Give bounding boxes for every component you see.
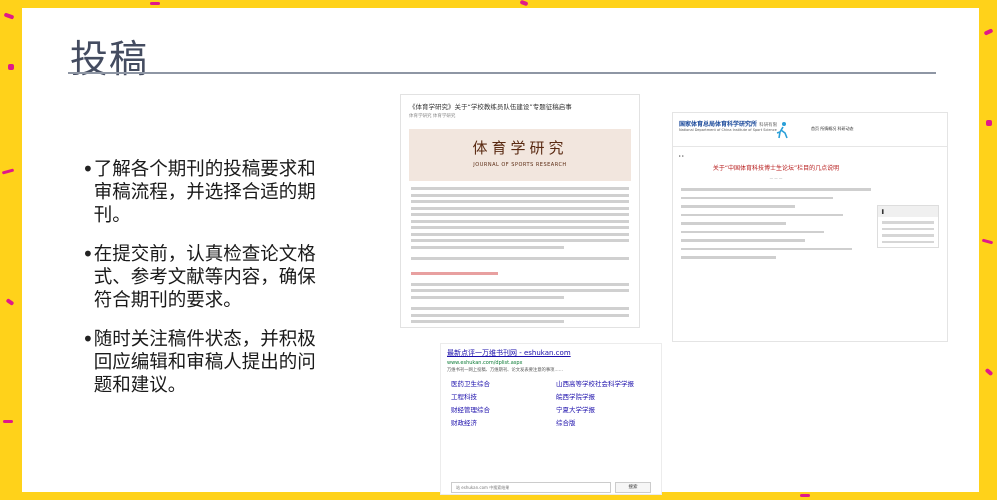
sitelink[interactable]: 宁夏大学学报 (556, 404, 651, 414)
institute-brand: 国家体育总局体育科学研究所 科研有限 (679, 119, 777, 128)
sitelink[interactable]: 财政经济 (451, 417, 546, 427)
article-meta: 体育学研究 体育学研究 (409, 114, 456, 119)
institute-article: 关于“中国体育科技博士生论坛”栏目的几点说明 — — — (681, 163, 871, 265)
bullet-item: • 在提交前，认真检查论文格式、参考文献等内容，确保符合期刊的要求。 (82, 243, 322, 312)
confetti-decoration (981, 238, 994, 245)
article-headline: 《体育学研究》关于“学校教练员队伍建设”专题征稿启事 (409, 103, 572, 111)
text-line (681, 222, 786, 225)
sitelink-title[interactable]: 山西高等学校社会科学学报 (556, 378, 651, 388)
sitelinks-grid: 医药卫生综合 山西高等学校社会科学学报 工程科技 皖西学院学报 财经管理综合 宁… (441, 374, 661, 430)
bullet-glyph: • (82, 242, 94, 266)
confetti-decoration (8, 64, 14, 70)
sitelink-title[interactable]: 工程科技 (451, 391, 546, 401)
sitelink-title[interactable]: 综合版 (556, 417, 651, 427)
confetti-decoration (1, 168, 15, 175)
sitelink[interactable]: 皖西学院学报 (556, 391, 651, 401)
confetti-decoration (519, 0, 529, 7)
text-line (411, 213, 629, 216)
title-divider (68, 72, 936, 74)
article-date: — — — (769, 176, 783, 180)
text-line (411, 257, 629, 260)
sidebar-item[interactable] (882, 240, 934, 243)
confetti-decoration (986, 120, 992, 126)
text-line (681, 256, 776, 259)
site-search-button[interactable]: 搜索 (615, 482, 651, 493)
journal-banner: 体育学研究 JOURNAL OF SPORTS RESEARCH (409, 129, 631, 181)
text-line (411, 239, 629, 242)
confetti-decoration (150, 2, 160, 5)
text-line (681, 213, 843, 216)
result-description: 万维书刊一网上投稿、万维期刊、论文发表要注意的事项…… (447, 368, 564, 373)
text-line (411, 232, 629, 236)
institute-sidebar: ▌ (877, 205, 939, 248)
sidebar-item[interactable] (882, 221, 934, 224)
institute-name: 国家体育总局体育科学研究所 (679, 121, 758, 128)
bullet-item: • 随时关注稿件状态，并积极回应编辑和审稿人提出的问题和建议。 (82, 328, 322, 397)
confetti-decoration (983, 28, 994, 36)
journal-banner-title: 体育学研究 (472, 139, 568, 157)
confetti-decoration (984, 367, 994, 377)
institute-article-headline: 关于“中国体育科技博士生论坛”栏目的几点说明 (712, 165, 840, 172)
text-line (411, 295, 564, 299)
slide-title: 投稿 (70, 37, 149, 81)
text-line (411, 226, 629, 229)
confetti-decoration (3, 12, 15, 20)
sitelink[interactable]: 财经管理综合 (451, 404, 546, 414)
text-line (681, 247, 852, 250)
text-line (411, 307, 629, 310)
runner-icon (776, 122, 788, 139)
sidebar-item[interactable] (882, 234, 934, 237)
text-line (411, 200, 629, 203)
bullet-glyph: • (82, 157, 94, 181)
text-line (411, 193, 629, 197)
bullet-text: 在提交前，认真检查论文格式、参考文献等内容，确保符合期刊的要求。 (93, 244, 316, 311)
text-line (681, 230, 824, 233)
text-line (411, 282, 629, 286)
sitelink-title[interactable]: 财政经济 (451, 417, 546, 427)
text-line (681, 205, 795, 208)
journal-banner-subtitle: JOURNAL OF SPORTS RESEARCH (473, 162, 567, 168)
text-line (411, 245, 564, 249)
sitelink[interactable]: 山西高等学校社会科学学报 (556, 378, 651, 388)
breadcrumb: ▸ ▸ (679, 153, 685, 158)
text-line (681, 239, 805, 242)
bullet-list: • 了解各个期刊的投稿要求和审稿流程，并选择合适的期刊。 • 在提交前，认真检查… (82, 158, 322, 413)
institute-nav[interactable]: 首页 所情概况 科研动态 (811, 126, 854, 132)
article-body (401, 187, 639, 323)
text-line (411, 187, 629, 190)
institute-header: 国家体育总局体育科学研究所 科研有限 National Department o… (673, 113, 947, 147)
sitelink-title[interactable]: 宁夏大学学报 (556, 404, 651, 414)
confetti-decoration (3, 420, 13, 423)
highlight-line (411, 272, 499, 275)
text-line (681, 188, 871, 191)
text-line (411, 206, 629, 210)
institute-brand-en: National Department of China Institute o… (679, 128, 777, 132)
text-line (411, 320, 564, 323)
bullet-text: 随时关注稿件状态，并积极回应编辑和审稿人提出的问题和建议。 (93, 329, 316, 396)
result-title-link[interactable]: 最新点评一万维书刊网 - eshukan.com (441, 344, 661, 358)
bullet-glyph: • (82, 327, 94, 351)
sitelink[interactable]: 工程科技 (451, 391, 546, 401)
text-line (411, 313, 629, 317)
result-url: www.eshukan.com/dplist.aspx (447, 360, 523, 366)
text-line (411, 289, 629, 292)
text-line (681, 196, 833, 199)
institute-page-screenshot: 国家体育总局体育科学研究所 科研有限 National Department o… (672, 112, 948, 342)
text-line (411, 219, 629, 223)
sitelink-title[interactable]: 医药卫生综合 (451, 378, 546, 388)
sitelink-title[interactable]: 财经管理综合 (451, 404, 546, 414)
bullet-item: • 了解各个期刊的投稿要求和审稿流程，并选择合适的期刊。 (82, 158, 322, 227)
site-search-input[interactable]: 站 eshukan.com 中搜索结果 (451, 482, 611, 493)
sitelink[interactable]: 综合版 (556, 417, 651, 427)
bullet-text: 了解各个期刊的投稿要求和审稿流程，并选择合适的期刊。 (93, 159, 316, 226)
sidebar-item[interactable] (882, 227, 934, 230)
confetti-decoration (800, 494, 810, 497)
confetti-decoration (5, 298, 15, 306)
search-result-screenshot: 最新点评一万维书刊网 - eshukan.com www.eshukan.com… (440, 343, 662, 495)
sidebar-header: ▌ (878, 206, 938, 217)
sitelink-title[interactable]: 皖西学院学报 (556, 391, 651, 401)
sitelink[interactable]: 医药卫生综合 (451, 378, 546, 388)
journal-article-screenshot: 《体育学研究》关于“学校教练员队伍建设”专题征稿启事 体育学研究 体育学研究 体… (400, 94, 640, 328)
